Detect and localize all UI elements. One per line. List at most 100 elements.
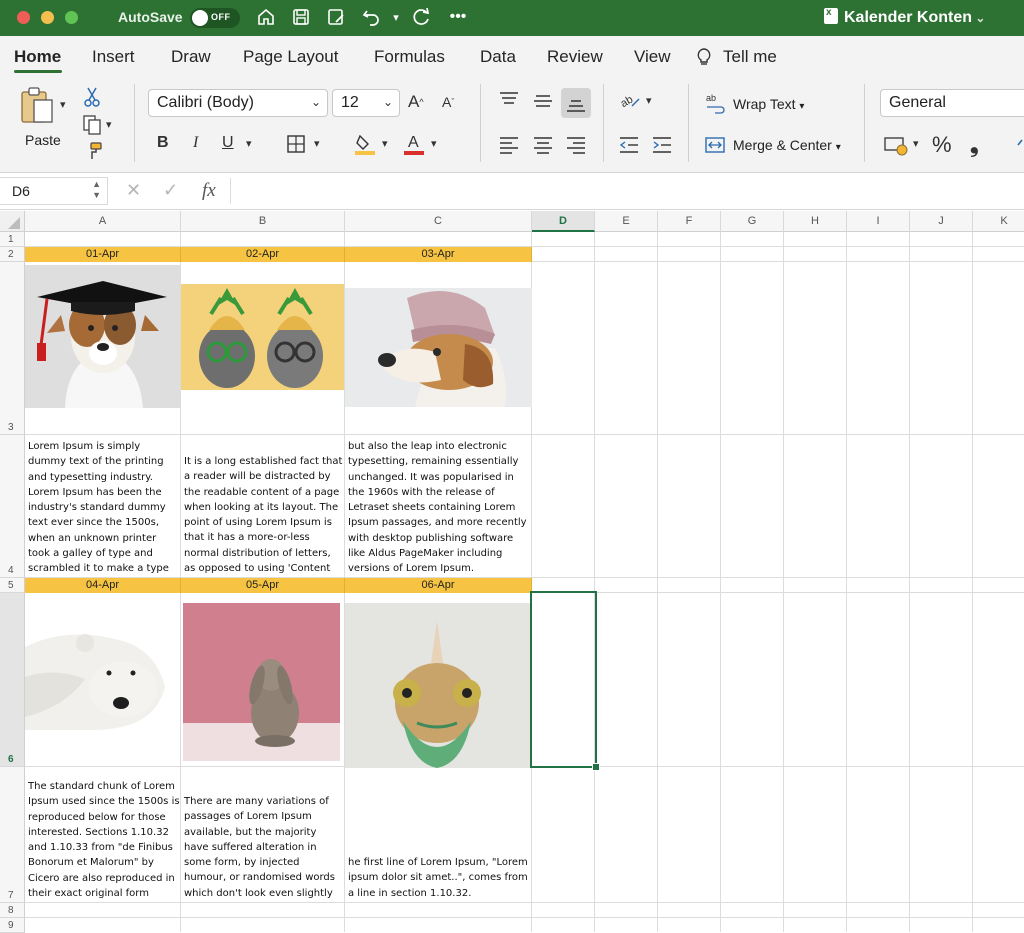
cancel-icon[interactable]: ✕ (126, 180, 141, 201)
date-cell-b5[interactable]: 05-Apr (181, 578, 345, 593)
undo-icon[interactable] (360, 6, 382, 28)
align-left-icon[interactable] (498, 134, 520, 156)
description-cell-b7[interactable]: There are many variations of passages of… (181, 794, 344, 902)
percent-style-icon[interactable]: % (932, 132, 952, 158)
row-header-4[interactable]: 4 (0, 435, 25, 578)
column-header-j[interactable]: J (910, 211, 973, 232)
comma-style-icon[interactable]: ❟ (970, 132, 979, 158)
tab-draw[interactable]: Draw (171, 47, 211, 67)
save-as-icon[interactable] (325, 6, 347, 28)
format-painter-icon[interactable] (82, 140, 104, 162)
merge-center-icon[interactable] (704, 134, 726, 156)
column-header-i[interactable]: I (847, 211, 910, 232)
cut-icon[interactable] (82, 86, 102, 108)
description-cell-b4[interactable]: It is a long established fact that a rea… (181, 454, 344, 577)
column-header-b[interactable]: B (181, 211, 345, 232)
bottom-align-icon[interactable] (561, 88, 591, 118)
column-header-h[interactable]: H (784, 211, 847, 232)
top-align-icon[interactable] (498, 90, 520, 112)
font-size-select[interactable]: 12 ⌄ (332, 89, 400, 117)
name-box[interactable]: D6 ▲ ▼ (0, 177, 108, 205)
middle-align-icon[interactable] (532, 90, 554, 112)
font-color-dropdown-icon[interactable]: ▾ (431, 137, 437, 150)
fill-color-icon[interactable] (354, 132, 376, 156)
description-cell-c4[interactable]: but also the leap into electronic typese… (345, 439, 531, 577)
fill-color-dropdown-icon[interactable]: ▾ (382, 137, 388, 150)
orientation-dropdown-icon[interactable]: ▾ (646, 94, 652, 107)
column-header-a[interactable]: A (25, 211, 181, 232)
font-name-select[interactable]: Calibri (Body) ⌄ (148, 89, 328, 117)
description-cell-a7[interactable]: The standard chunk of Lorem Ipsum used s… (25, 779, 180, 902)
column-header-e[interactable]: E (595, 211, 658, 232)
column-header-g[interactable]: G (721, 211, 784, 232)
save-icon[interactable] (290, 6, 312, 28)
name-box-stepper-icon[interactable]: ▲ ▼ (92, 179, 101, 201)
copy-icon[interactable] (80, 114, 104, 136)
tab-formulas[interactable]: Formulas (374, 47, 445, 67)
zoom-window-button[interactable] (65, 11, 78, 24)
row-header-8[interactable]: 8 (0, 903, 25, 918)
underline-dropdown-icon[interactable]: ▾ (246, 137, 252, 150)
tab-view[interactable]: View (634, 47, 671, 67)
title-dropdown-icon[interactable]: ⌄ (972, 11, 985, 25)
merge-center-button[interactable]: Merge & Center ▾ (733, 137, 841, 153)
autosave-toggle[interactable]: OFF (190, 8, 240, 28)
increase-font-size-icon[interactable]: A ^ (408, 92, 424, 112)
row-header-5[interactable]: 5 (0, 578, 25, 593)
date-cell-b2[interactable]: 02-Apr (181, 247, 345, 262)
row-header-7[interactable]: 7 (0, 767, 25, 903)
minimize-window-button[interactable] (41, 11, 54, 24)
tab-insert[interactable]: Insert (92, 47, 135, 67)
copy-dropdown-icon[interactable]: ▾ (106, 118, 112, 131)
tab-review[interactable]: Review (547, 47, 603, 67)
close-window-button[interactable] (17, 11, 30, 24)
select-all-corner[interactable] (0, 211, 25, 232)
font-color-icon[interactable]: A (403, 132, 425, 156)
dog-graduation-cap-image[interactable] (25, 265, 180, 408)
rabbit-image[interactable] (183, 603, 340, 761)
polar-bear-image[interactable] (25, 617, 180, 730)
column-header-f[interactable]: F (658, 211, 721, 232)
accounting-dropdown-icon[interactable]: ▾ (913, 137, 919, 150)
spreadsheet-grid[interactable]: A B C D E F G H I J K 1 2 3 4 5 6 7 8 9 … (0, 211, 1024, 933)
row-header-6[interactable]: 6 (0, 593, 25, 767)
underline-button[interactable]: U (222, 134, 234, 152)
pineapple-cats-image[interactable] (181, 284, 344, 390)
column-header-c[interactable]: C (345, 211, 532, 232)
row-header-3[interactable]: 3 (0, 262, 25, 435)
date-cell-c5[interactable]: 06-Apr (345, 578, 532, 593)
italic-button[interactable]: I (193, 134, 198, 152)
tab-data[interactable]: Data (480, 47, 516, 67)
date-cell-c2[interactable]: 03-Apr (345, 247, 532, 262)
number-format-select[interactable]: General (880, 89, 1024, 117)
increase-indent-icon[interactable] (651, 134, 673, 156)
align-center-icon[interactable] (532, 134, 554, 156)
wrap-text-icon[interactable]: ab (705, 92, 727, 114)
description-cell-c7[interactable]: he first line of Lorem Ipsum, "Lorem ips… (345, 855, 531, 902)
accounting-format-icon[interactable] (884, 134, 910, 156)
insert-function-button[interactable]: fx (202, 180, 216, 202)
date-cell-a5[interactable]: 04-Apr (25, 578, 181, 593)
wrap-text-button[interactable]: Wrap Text ▾ (733, 96, 804, 112)
bold-button[interactable]: B (157, 134, 169, 152)
tab-page-layout[interactable]: Page Layout (243, 47, 338, 67)
formula-input[interactable] (240, 181, 1010, 201)
borders-dropdown-icon[interactable]: ▾ (314, 137, 320, 150)
row-header-2[interactable]: 2 (0, 247, 25, 262)
tab-home[interactable]: Home (14, 47, 61, 67)
column-header-k[interactable]: K (973, 211, 1024, 232)
confirm-icon[interactable]: ✓ (163, 180, 178, 201)
more-options-icon[interactable]: ••• (447, 6, 469, 28)
dog-beanie-image[interactable] (345, 288, 532, 407)
active-cell-d6[interactable] (530, 591, 597, 768)
undo-dropdown-icon[interactable]: ▾ (385, 6, 407, 28)
fill-handle[interactable] (592, 763, 600, 771)
date-cell-a2[interactable]: 01-Apr (25, 247, 181, 262)
column-header-d[interactable]: D (532, 211, 595, 232)
increase-decimal-icon[interactable] (1016, 134, 1024, 156)
redo-icon[interactable] (410, 6, 432, 28)
paste-dropdown-icon[interactable]: ▾ (60, 98, 66, 111)
chameleon-image[interactable] (345, 603, 531, 768)
align-right-icon[interactable] (565, 134, 587, 156)
decrease-indent-icon[interactable] (618, 134, 640, 156)
